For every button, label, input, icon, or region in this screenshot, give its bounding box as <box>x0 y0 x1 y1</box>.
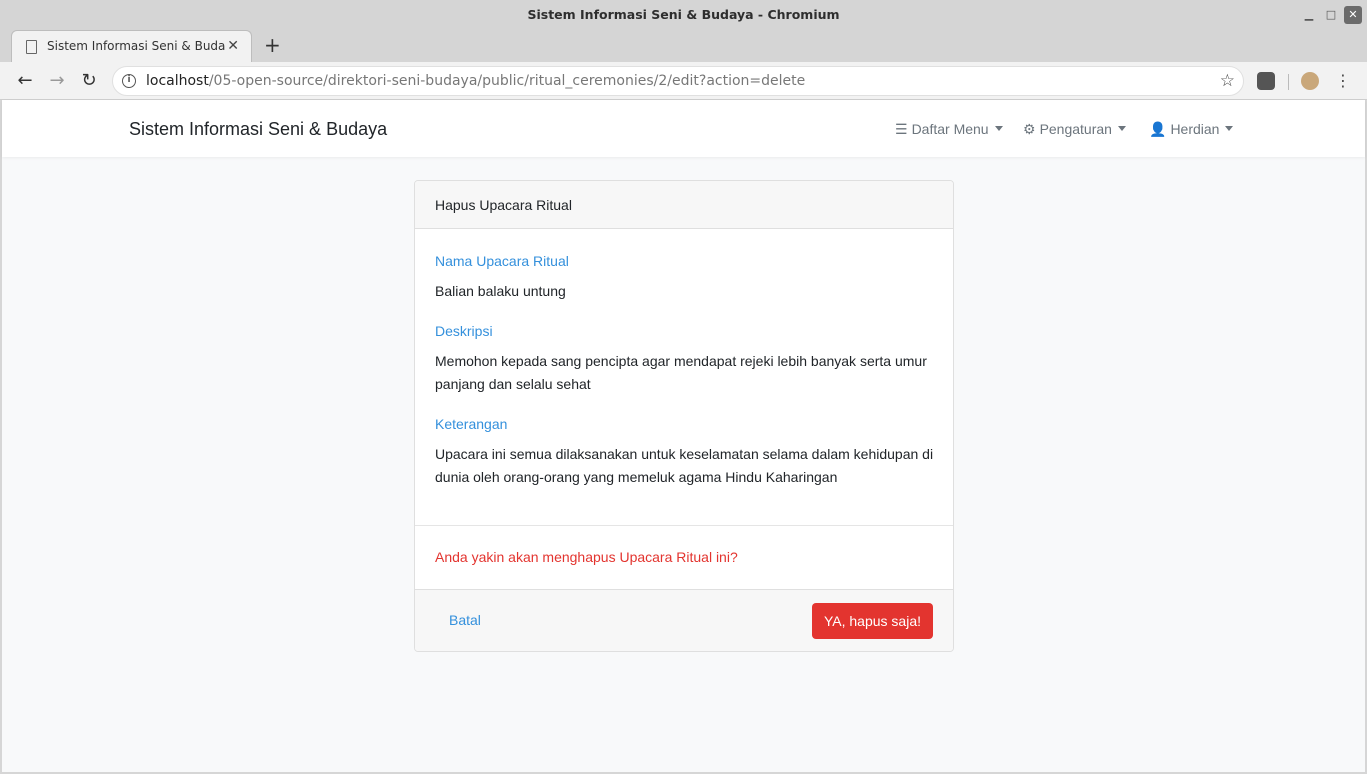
cancel-button[interactable]: Batal <box>437 610 493 630</box>
back-icon[interactable]: ← <box>13 69 37 93</box>
nav-pengaturan[interactable]: ⚙ Pengaturan <box>1023 121 1126 138</box>
new-tab-icon[interactable]: + <box>264 33 281 57</box>
url-path: /05-open-source/direktori-seni-budaya/pu… <box>208 73 806 89</box>
nav-daftar-menu-label: Daftar Menu <box>911 121 989 137</box>
minimize-icon[interactable]: ▁ <box>1300 6 1318 24</box>
browser-toolbar: ← → ↻ i localhost/05-open-source/direkto… <box>0 62 1367 100</box>
card-header: Hapus Upacara Ritual <box>415 181 953 229</box>
nav-user[interactable]: 👤 Herdian <box>1149 121 1234 138</box>
chevron-down-icon <box>1117 126 1126 131</box>
window-title: Sistem Informasi Seni & Budaya - Chromiu… <box>527 7 840 22</box>
nav-user-label: Herdian <box>1170 121 1220 137</box>
site-info-icon[interactable]: i <box>122 74 136 88</box>
url-text: localhost/05-open-source/direktori-seni-… <box>146 73 805 89</box>
tab-title: Sistem Informasi Seni & Budaya <box>47 39 225 53</box>
browser-menu-icon[interactable]: ⋮ <box>1334 72 1352 90</box>
browser-tab[interactable]: Sistem Informasi Seni & Budaya ✕ <box>11 30 252 62</box>
app-navbar: Sistem Informasi Seni & Budaya ☰ Daftar M… <box>2 100 1365 157</box>
reload-icon[interactable]: ↻ <box>77 69 101 93</box>
bookmark-star-icon[interactable]: ☆ <box>1220 71 1235 91</box>
toolbar-separator <box>1288 74 1289 90</box>
field-value-nama: Balian balaku untung <box>435 283 566 299</box>
tab-close-icon[interactable]: ✕ <box>227 38 239 54</box>
close-window-icon[interactable]: ✕ <box>1344 6 1362 24</box>
delete-card: Hapus Upacara Ritual Nama Upacara Ritual… <box>414 180 954 652</box>
card-footer: Batal YA, hapus saja! <box>415 589 953 651</box>
page-icon <box>26 40 37 54</box>
confirm-message: Anda yakin akan menghapus Upacara Ritual… <box>435 549 738 565</box>
chevron-down-icon <box>994 126 1003 131</box>
confirm-delete-button[interactable]: YA, hapus saja! <box>811 603 933 639</box>
forward-icon[interactable]: → <box>45 69 69 93</box>
page-content: Sistem Informasi Seni & Budaya ☰ Daftar M… <box>2 100 1365 772</box>
gears-icon: ⚙ <box>1023 121 1036 137</box>
extension-shield-icon[interactable] <box>1257 72 1275 90</box>
field-label-deskripsi: Deskripsi <box>435 323 493 339</box>
field-value-keterangan: Upacara ini semua dilaksanakan untuk kes… <box>435 446 934 485</box>
brand-link[interactable]: Sistem Informasi Seni & Budaya <box>129 119 387 140</box>
chevron-down-icon <box>1225 126 1234 131</box>
field-label-keterangan: Keterangan <box>435 416 508 432</box>
nav-daftar-menu[interactable]: ☰ Daftar Menu <box>895 121 1003 138</box>
tab-strip: Sistem Informasi Seni & Budaya ✕ + <box>0 30 1367 62</box>
url-host: localhost <box>146 73 209 89</box>
user-icon: 👤 <box>1149 121 1167 137</box>
card-divider <box>415 525 953 526</box>
card-title: Hapus Upacara Ritual <box>435 197 572 213</box>
profile-avatar-icon[interactable] <box>1301 72 1319 90</box>
field-value-deskripsi: Memohon kepada sang pencipta agar mendap… <box>435 353 927 392</box>
nav-pengaturan-label: Pengaturan <box>1039 121 1112 137</box>
field-label-nama: Nama Upacara Ritual <box>435 253 569 269</box>
address-bar[interactable]: i localhost/05-open-source/direktori-sen… <box>112 66 1244 96</box>
bars-icon: ☰ <box>895 121 908 137</box>
window-titlebar: Sistem Informasi Seni & Budaya - Chromiu… <box>0 0 1367 30</box>
maximize-icon[interactable]: □ <box>1322 6 1340 24</box>
